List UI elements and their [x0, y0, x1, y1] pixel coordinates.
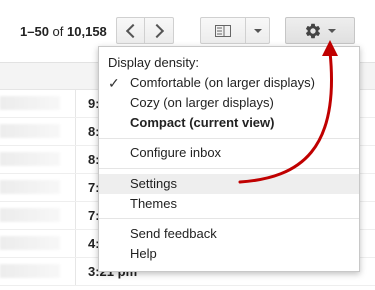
menu-item-cozy[interactable]: Cozy (on larger displays) [99, 93, 359, 113]
split-pane-dropdown-button[interactable] [245, 17, 270, 44]
blurred-sender [0, 96, 60, 110]
row-divider [75, 146, 76, 173]
menu-item-label: Send feedback [130, 226, 217, 241]
menu-separator [99, 218, 359, 219]
row-divider [75, 202, 76, 229]
menu-item-label: Configure inbox [130, 145, 222, 160]
menu-separator [99, 138, 359, 139]
row-divider [75, 118, 76, 145]
pager-count: 1–50 of 10,158 [20, 24, 107, 39]
menu-item-configure-inbox[interactable]: Configure inbox [99, 143, 359, 163]
blurred-sender [0, 236, 60, 250]
caret-down-icon [253, 28, 262, 33]
menu-item-label: Themes [130, 196, 177, 211]
blurred-sender [0, 208, 60, 222]
settings-menu: Display density: ✓ Comfortable (on large… [98, 46, 360, 272]
older-button[interactable] [116, 17, 145, 44]
settings-gear-button[interactable] [285, 17, 355, 44]
menu-separator [99, 168, 359, 169]
chevron-left-icon [125, 23, 140, 38]
split-pane-button[interactable] [200, 17, 246, 44]
blurred-sender [0, 124, 60, 138]
split-pane-icon [215, 24, 231, 37]
menu-item-label: Cozy (on larger displays) [130, 95, 274, 110]
blurred-sender [0, 264, 60, 278]
menu-item-comfortable[interactable]: ✓ Comfortable (on larger displays) [99, 73, 359, 93]
menu-item-label: Help [130, 246, 157, 261]
blurred-sender [0, 152, 60, 166]
menu-item-label: Settings [130, 176, 177, 191]
menu-item-compact[interactable]: Compact (current view) [99, 113, 359, 133]
menu-item-settings[interactable]: Settings [99, 174, 359, 194]
pager-range: 1–50 [20, 24, 49, 39]
pager-total: 10,158 [67, 24, 107, 39]
pager-of: of [52, 24, 64, 39]
row-divider [75, 258, 76, 285]
newer-button[interactable] [144, 17, 174, 44]
checkmark-icon: ✓ [108, 75, 120, 91]
gear-icon [305, 23, 321, 38]
menu-item-help[interactable]: Help [99, 244, 359, 264]
caret-down-icon [328, 28, 336, 33]
row-divider [75, 174, 76, 201]
chevron-right-icon [149, 23, 165, 38]
menu-item-label: Comfortable (on larger displays) [130, 75, 315, 90]
density-header: Display density: [108, 55, 200, 70]
row-divider [75, 230, 76, 257]
menu-item-label: Compact (current view) [130, 115, 275, 130]
row-divider [75, 90, 76, 117]
menu-item-themes[interactable]: Themes [99, 194, 359, 214]
blurred-sender [0, 180, 60, 194]
menu-item-send-feedback[interactable]: Send feedback [99, 224, 359, 244]
